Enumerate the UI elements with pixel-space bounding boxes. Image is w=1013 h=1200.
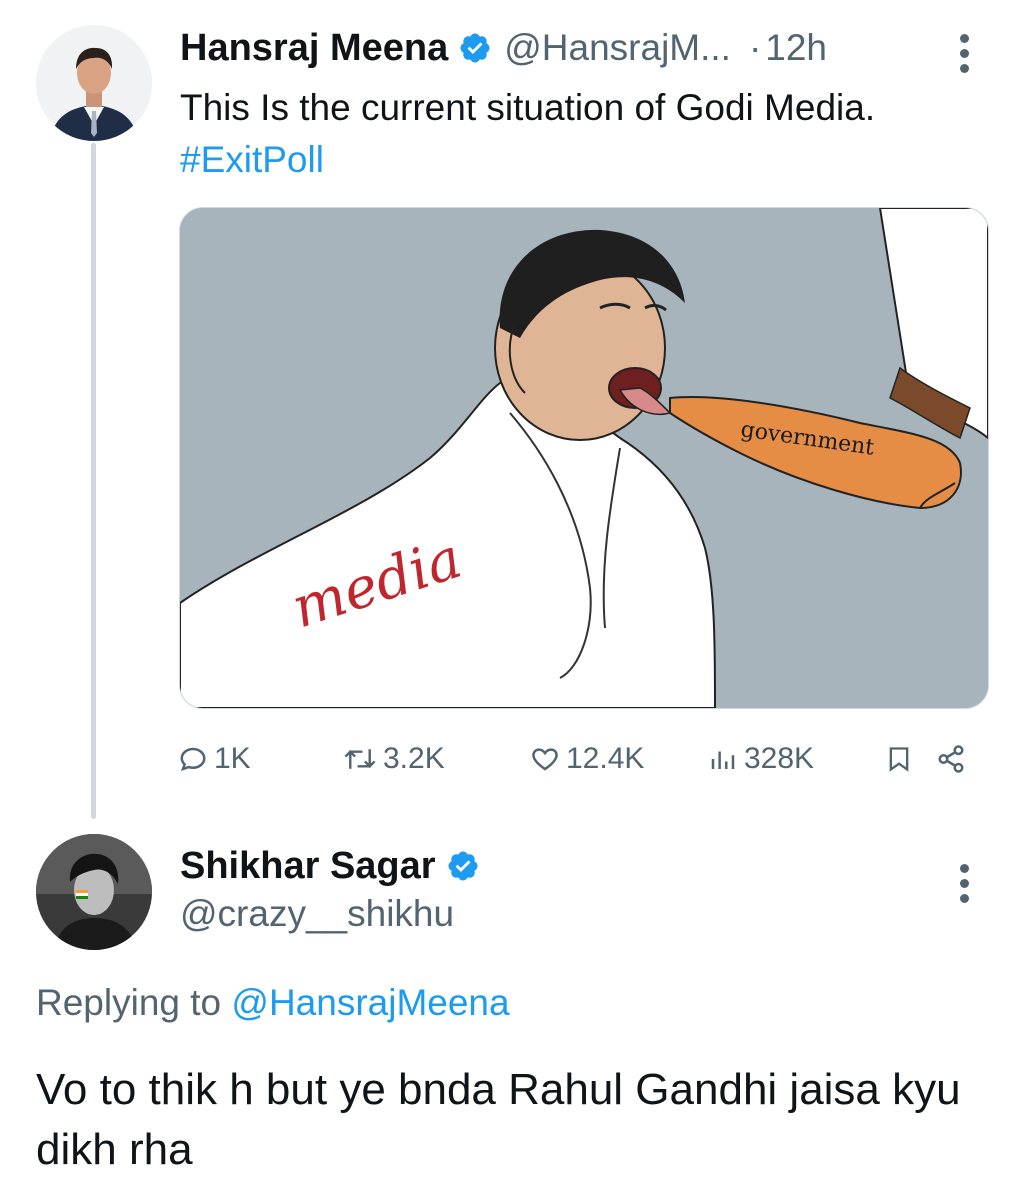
avatar-image	[36, 834, 152, 950]
hashtag-link[interactable]: #ExitPoll	[180, 139, 324, 180]
views-button[interactable]: 328K	[708, 735, 814, 783]
avatar-hansraj-meena[interactable]	[36, 25, 152, 141]
author-handle[interactable]: @HansrajM...	[504, 27, 731, 69]
thread-connector	[91, 143, 96, 819]
verified-badge-icon	[460, 33, 490, 63]
tweet-text: This Is the current situation of Godi Me…	[180, 82, 940, 186]
cartoon-illustration: government media	[180, 208, 988, 708]
retweet-count: 3.2K	[383, 742, 445, 775]
share-icon	[938, 745, 964, 773]
avatar-shikhar-sagar[interactable]	[36, 834, 152, 950]
bookmark-button[interactable]	[885, 735, 919, 783]
verified-badge-icon	[448, 851, 478, 881]
retweet-icon	[344, 749, 376, 769]
tweet-image[interactable]: government media	[179, 207, 989, 709]
like-icon	[532, 748, 558, 771]
reply-button[interactable]: 1K	[178, 735, 251, 783]
avatar-image	[36, 25, 152, 141]
reply-icon	[180, 747, 206, 772]
tweet-timestamp[interactable]: 12h	[765, 27, 827, 69]
separator-dot: ·	[748, 27, 762, 68]
more-options-button[interactable]	[957, 34, 971, 73]
views-icon	[711, 751, 735, 769]
reply-more-options-button[interactable]	[957, 864, 971, 903]
retweet-button[interactable]: 3.2K	[343, 735, 445, 783]
like-button[interactable]: 12.4K	[530, 735, 644, 783]
more-icon	[959, 34, 969, 43]
replying-to-mention[interactable]: @HansrajMeena	[231, 982, 509, 1023]
reply-author-handle[interactable]: @crazy__shikhu	[180, 893, 454, 935]
more-icon	[959, 864, 969, 873]
tweet-action-bar: 1K 3.2K 12.4K 328K	[178, 735, 978, 783]
bookmark-icon	[889, 747, 909, 772]
reply-text: Vo to thik h but ye bnda Rahul Gandhi ja…	[36, 1065, 961, 1174]
replying-to-prefix: Replying to	[36, 982, 232, 1023]
like-count: 12.4K	[566, 742, 645, 775]
views-count: 328K	[744, 742, 815, 775]
reply-count: 1K	[214, 742, 251, 775]
share-button[interactable]	[936, 735, 972, 783]
tweet-author-row: Hansraj Meena @HansrajM... · 12h	[180, 22, 827, 74]
replying-to-line: Replying to @HansrajMeena	[36, 982, 510, 1024]
tweet-body: This Is the current situation of Godi Me…	[180, 87, 876, 128]
reply-author-row: Shikhar Sagar	[180, 838, 492, 894]
author-name[interactable]: Hansraj Meena	[180, 27, 448, 70]
reply-author-name[interactable]: Shikhar Sagar	[180, 845, 436, 888]
